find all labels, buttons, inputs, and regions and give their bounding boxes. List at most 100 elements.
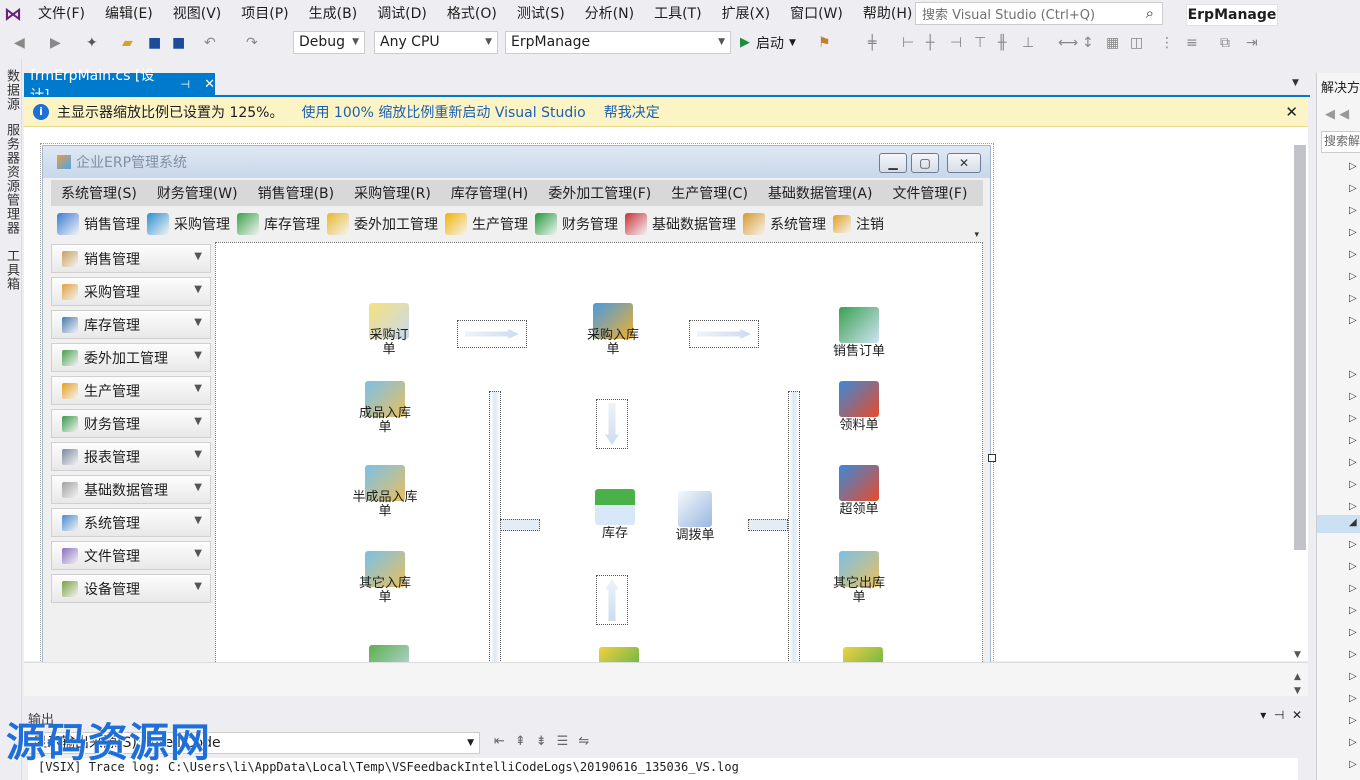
save-all-icon[interactable]: ■ <box>172 35 185 51</box>
erp-main-form[interactable]: 企业ERP管理系统 ▁ ▢ ✕ 系统管理(S) 财务管理(W) 销售管理(B) … <box>42 145 991 683</box>
menu-test[interactable]: 测试(S) <box>507 0 575 28</box>
expand-icon[interactable]: ▷ <box>1349 391 1357 402</box>
nav-production[interactable]: 生产管理 ▼ <box>51 376 211 405</box>
panel-window-controls[interactable]: ▾ ⊣ ✕ <box>1260 708 1302 722</box>
expand-icon[interactable]: ▷ <box>1349 501 1357 512</box>
nav-inventory[interactable]: 库存管理 ▼ <box>51 310 211 339</box>
expand-icon[interactable]: ▷ <box>1349 627 1357 638</box>
flow-material-requisition[interactable]: 领料单 <box>826 381 892 433</box>
expand-icon[interactable]: ▷ <box>1349 293 1357 304</box>
flow-finished-receipt[interactable]: 成品入库单 <box>352 381 418 435</box>
start-debugging-button[interactable]: ▶ 启动 ▼ <box>740 31 796 54</box>
flow-purchase-receipt[interactable]: 采购入库单 <box>580 303 646 357</box>
maximize-button[interactable]: ▢ <box>911 153 939 173</box>
expand-icon[interactable]: ▷ <box>1349 671 1357 682</box>
open-folder-icon[interactable]: ▰ <box>122 35 133 51</box>
make-same-size-icon[interactable]: ◫ <box>1130 35 1143 51</box>
solution-explorer-search[interactable]: 搜索解决方案资源管理器 <box>1321 131 1360 153</box>
menu-project[interactable]: 项目(P) <box>231 0 298 28</box>
nav-purchase[interactable]: 采购管理 ▼ <box>51 277 211 306</box>
new-project-icon[interactable]: ✦ <box>86 35 98 51</box>
align-to-grid-icon[interactable]: ╪ <box>868 35 876 51</box>
expand-icon[interactable]: ▷ <box>1349 249 1357 260</box>
nav-reports[interactable]: 报表管理 ▼ <box>51 442 211 471</box>
toolstrip-logout-button[interactable]: 注销 <box>833 214 884 234</box>
minimize-button[interactable]: ▁ <box>879 153 907 173</box>
expand-icon[interactable]: ▷ <box>1349 605 1357 616</box>
expand-icon[interactable]: ▷ <box>1349 583 1357 594</box>
form-menu-sales[interactable]: 销售管理(B) <box>248 183 345 203</box>
menu-extensions[interactable]: 扩展(X) <box>712 0 781 28</box>
designer-vertical-scrollbar[interactable] <box>1294 145 1306 550</box>
expand-icon[interactable]: ▷ <box>1349 413 1357 424</box>
expand-icon[interactable]: ▷ <box>1349 737 1357 748</box>
align-tops-icon[interactable]: ⊤ <box>974 35 986 51</box>
make-same-width-icon[interactable]: ⟷ <box>1058 35 1078 51</box>
menu-window[interactable]: 窗口(W) <box>780 0 853 28</box>
flow-semi-receipt[interactable]: 半成品入库单 <box>352 465 418 519</box>
scroll-up-icon[interactable]: ▲ <box>1294 672 1301 682</box>
make-same-height-icon[interactable]: ↕ <box>1082 35 1094 51</box>
menu-build[interactable]: 生成(B) <box>299 0 368 28</box>
flow-transfer[interactable]: 调拨单 <box>662 491 728 543</box>
toolstrip-finance-button[interactable]: 财务管理 <box>535 213 618 235</box>
form-menu-production[interactable]: 生产管理(C) <box>661 183 758 203</box>
expand-icon[interactable]: ▷ <box>1349 435 1357 446</box>
nav-file[interactable]: 文件管理 ▼ <box>51 541 211 570</box>
form-menu-basic-data[interactable]: 基础数据管理(A) <box>758 183 883 203</box>
menu-analyze[interactable]: 分析(N) <box>575 0 644 28</box>
expand-icon[interactable]: ▷ <box>1349 759 1357 770</box>
menu-help[interactable]: 帮助(H) <box>853 0 922 28</box>
platform-dropdown[interactable]: Any CPU ▼ <box>374 31 498 54</box>
close-icon[interactable]: ✕ <box>204 77 215 92</box>
menu-edit[interactable]: 编辑(E) <box>95 0 163 28</box>
flow-inventory[interactable]: 库存 <box>582 489 648 541</box>
designer-resize-handle[interactable] <box>988 454 996 462</box>
flow-over-requisition[interactable]: 超领单 <box>826 465 892 517</box>
expand-icon[interactable]: ▷ <box>1349 271 1357 282</box>
nav-system[interactable]: 系统管理 ▼ <box>51 508 211 537</box>
expand-icon[interactable]: ▷ <box>1349 315 1357 326</box>
forward-icon[interactable]: ▶ <box>50 35 61 51</box>
menu-format[interactable]: 格式(O) <box>437 0 507 28</box>
scroll-down-icon[interactable]: ▼ <box>1294 686 1301 696</box>
bring-to-front-icon[interactable]: ⧉ <box>1220 35 1230 51</box>
data-sources-tab[interactable]: 数据源 <box>2 69 21 111</box>
startup-project-dropdown[interactable]: ErpManage ▼ <box>505 31 731 54</box>
form-menu-system[interactable]: 系统管理(S) <box>51 183 147 203</box>
browser-link-icon[interactable]: ⚑ <box>818 35 831 51</box>
solution-config-dropdown[interactable]: Debug ▼ <box>293 31 365 54</box>
expand-icon[interactable]: ▷ <box>1349 715 1357 726</box>
undo-icon[interactable]: ↶ <box>204 35 216 51</box>
expand-icon[interactable]: ▷ <box>1349 227 1357 238</box>
form-menu-outsourcing[interactable]: 委外加工管理(F) <box>538 183 661 203</box>
align-bottoms-icon[interactable]: ⊥ <box>1022 35 1034 51</box>
expand-icon[interactable]: ▷ <box>1349 161 1357 172</box>
form-menu-file[interactable]: 文件管理(F) <box>882 183 977 203</box>
expand-icon[interactable]: ▷ <box>1349 369 1357 380</box>
tab-order-icon[interactable]: ⇥ <box>1246 35 1258 51</box>
menu-debug[interactable]: 调试(D) <box>367 0 437 28</box>
save-icon[interactable]: ■ <box>148 35 161 51</box>
pin-icon[interactable]: ⊣ <box>181 78 191 91</box>
menu-tools[interactable]: 工具(T) <box>644 0 711 28</box>
form-menu-finance[interactable]: 财务管理(W) <box>147 183 248 203</box>
size-to-grid-icon[interactable]: ▦ <box>1106 35 1119 51</box>
form-menu-purchase[interactable]: 采购管理(R) <box>344 183 441 203</box>
toolstrip-sales-button[interactable]: 销售管理 <box>57 213 140 235</box>
expand-icon[interactable]: ▷ <box>1349 183 1357 194</box>
toolstrip-basic-data-button[interactable]: 基础数据管理 <box>625 213 736 235</box>
server-explorer-tab[interactable]: 服务器资源管理器 <box>2 123 21 235</box>
form-close-button[interactable]: ✕ <box>947 153 981 173</box>
toolstrip-overflow-icon[interactable]: ▾ <box>974 230 979 240</box>
vertical-spacing-icon[interactable]: ≡ <box>1186 35 1198 51</box>
toolstrip-production-button[interactable]: 生产管理 <box>445 213 528 235</box>
expand-icon[interactable]: ▷ <box>1349 561 1357 572</box>
align-lefts-icon[interactable]: ⊢ <box>902 35 914 51</box>
tab-overflow-chevron-icon[interactable]: ▼ <box>1292 78 1299 88</box>
menu-file[interactable]: 文件(F) <box>28 0 95 28</box>
align-centers-icon[interactable]: ┼ <box>926 35 934 51</box>
menu-view[interactable]: 视图(V) <box>163 0 232 28</box>
nav-outsourcing[interactable]: 委外加工管理 ▼ <box>51 343 211 372</box>
flow-purchase-order[interactable]: 采购订单 <box>356 303 422 357</box>
